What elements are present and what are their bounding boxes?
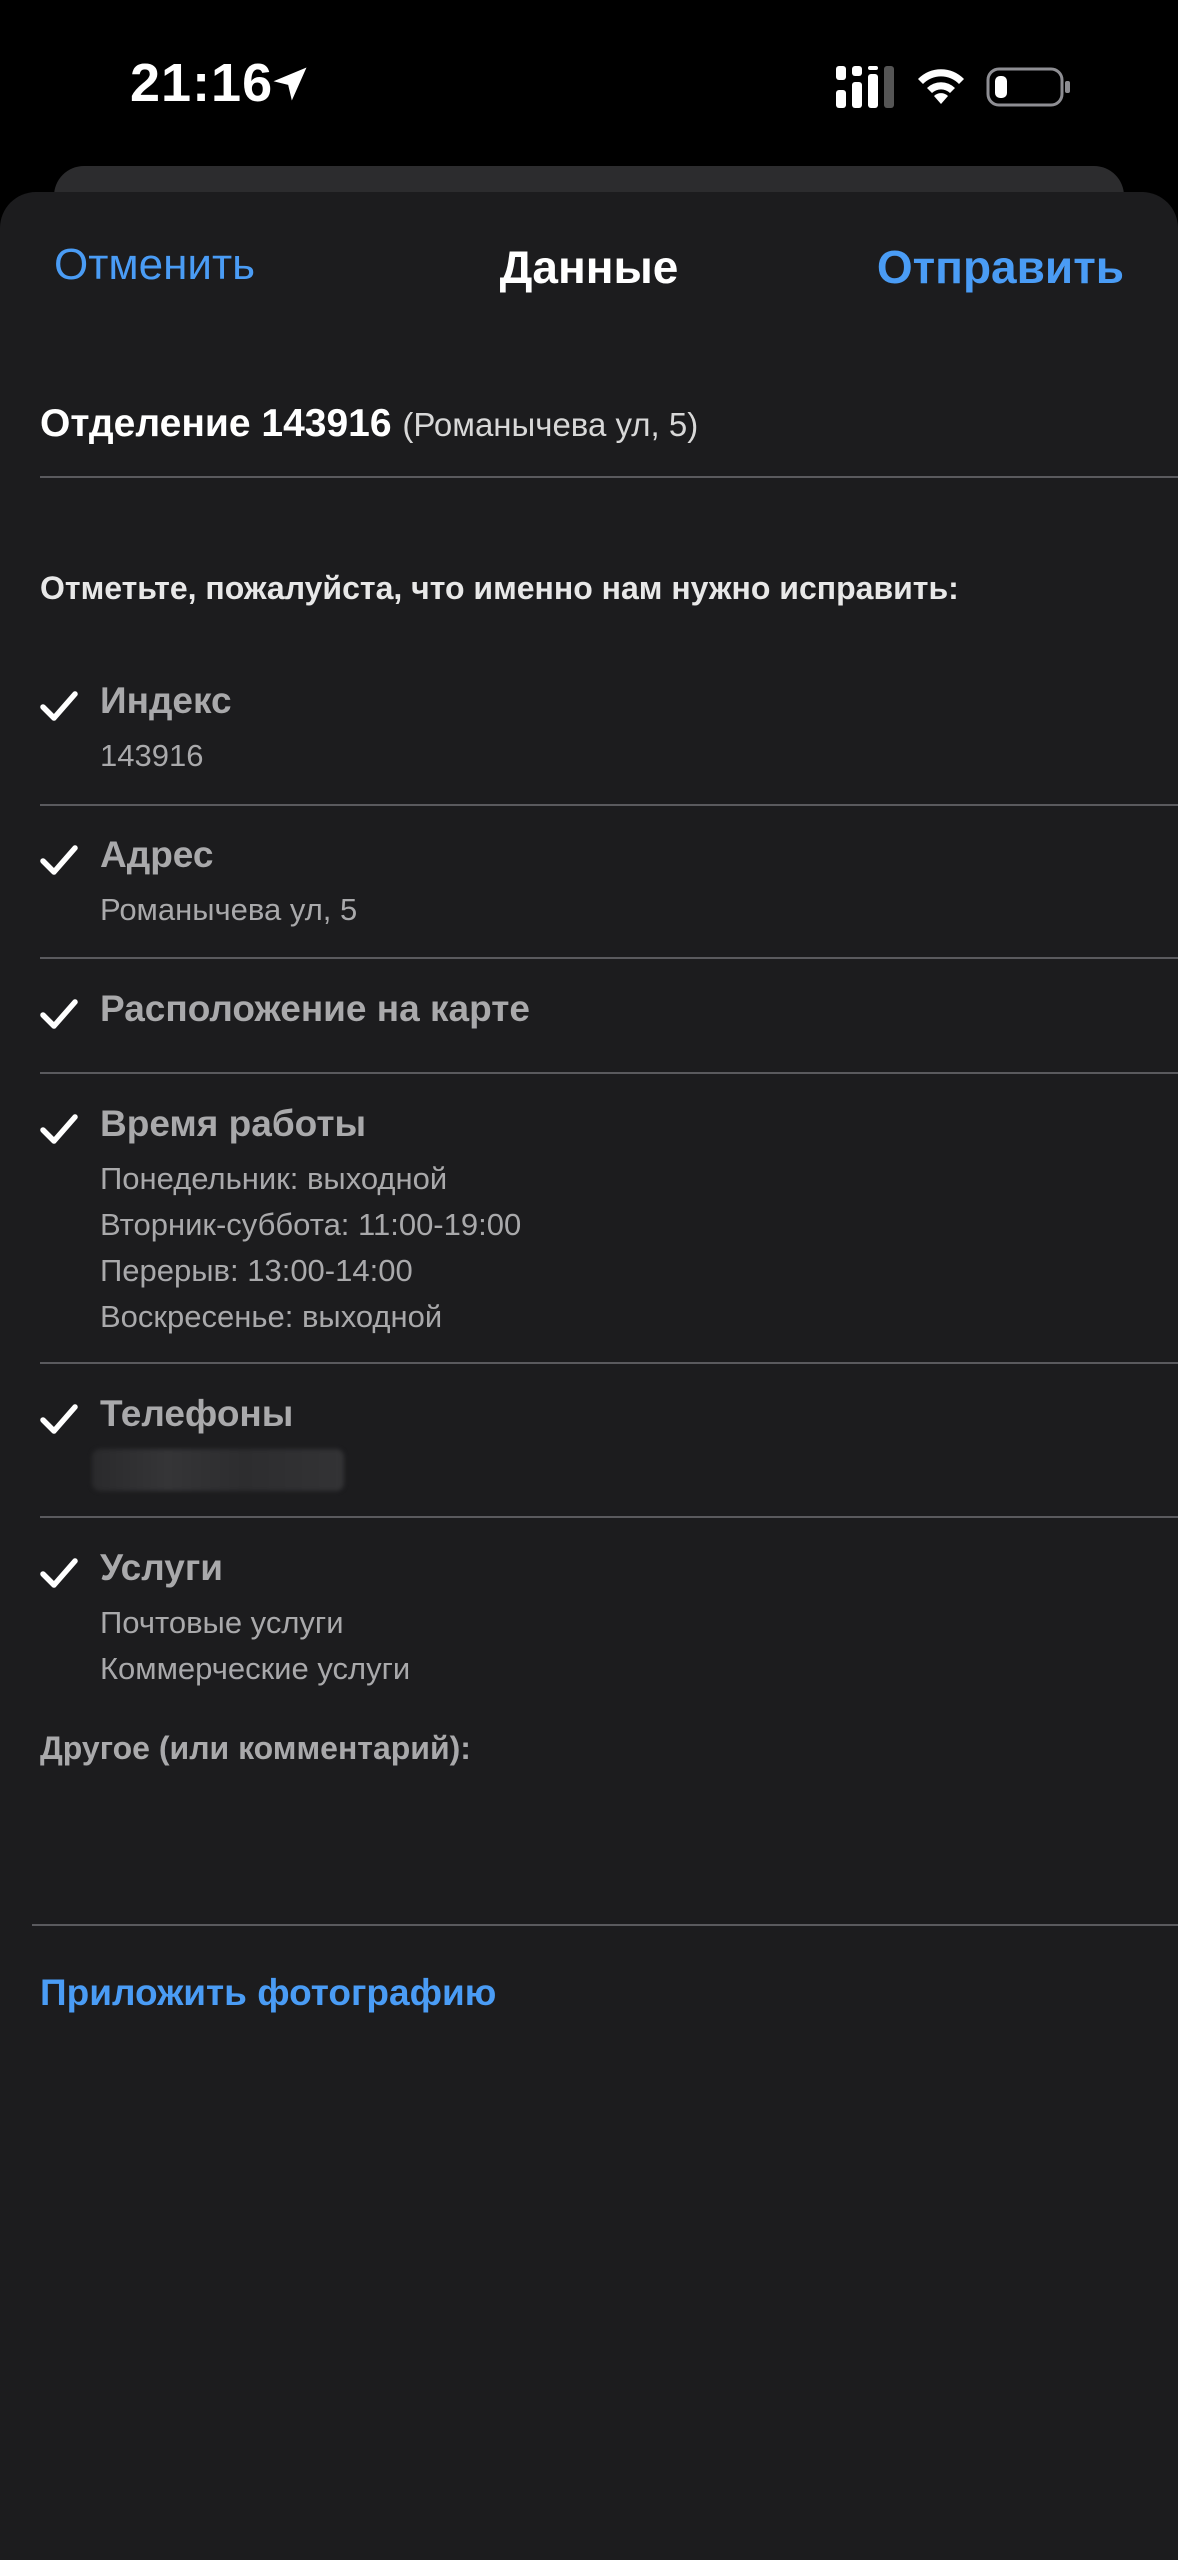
checkmark-icon: [40, 1404, 78, 1434]
divider: [40, 1362, 1178, 1364]
checkmark-icon: [40, 691, 78, 721]
option-detail: Перерыв: 13:00-14:00: [100, 1253, 413, 1288]
option-detail: Почтовые услуги: [100, 1605, 344, 1640]
option-detail: Романычева ул, 5: [100, 892, 358, 927]
option-working-hours[interactable]: Время работы Понедельник: выходной Вторн…: [0, 1103, 1178, 1363]
attach-photo-button[interactable]: Приложить фотографию: [40, 1972, 496, 2014]
option-detail: Понедельник: выходной: [100, 1161, 448, 1196]
office-name: Отделение 143916: [40, 402, 392, 445]
checkmark-icon: [40, 845, 78, 875]
other-comment-label: Другое (или комментарий):: [40, 1730, 471, 1766]
option-phones[interactable]: Телефоны: [0, 1393, 1178, 1517]
send-button[interactable]: Отправить: [877, 240, 1124, 294]
divider: [40, 1072, 1178, 1074]
correction-prompt: Отметьте, пожалуйста, что именно нам нуж…: [40, 570, 959, 606]
report-sheet: [0, 192, 1178, 2560]
divider: [40, 1516, 1178, 1518]
sheet-title: Данные: [499, 241, 679, 293]
option-title: Адрес: [100, 834, 214, 875]
divider: [40, 957, 1178, 959]
office-header: Отделение 143916 (Романычева ул, 5): [40, 402, 698, 446]
checkmark-icon: [40, 1558, 78, 1588]
divider: [40, 804, 1178, 806]
office-address: (Романычева ул, 5): [402, 406, 699, 443]
status-bar: 21:16: [0, 0, 1178, 170]
option-title: Расположение на карте: [100, 988, 530, 1029]
cellular-signal-icon: [836, 66, 894, 108]
status-time: 21:16: [130, 53, 274, 113]
divider: [40, 476, 1178, 478]
location-arrow-icon: [273, 67, 307, 101]
checkmark-icon: [40, 1114, 78, 1144]
option-title: Индекс: [100, 680, 232, 721]
option-detail: Воскресенье: выходной: [100, 1299, 443, 1334]
option-title: Телефоны: [100, 1393, 294, 1434]
option-title: Время работы: [100, 1103, 367, 1144]
option-detail: Коммерческие услуги: [100, 1651, 411, 1686]
option-address[interactable]: Адрес Романычева ул, 5: [0, 834, 1178, 956]
option-detail: 143916: [100, 738, 204, 773]
phone-number-redacted: [92, 1449, 344, 1491]
option-title: Услуги: [100, 1547, 224, 1588]
option-map-location[interactable]: Расположение на карте: [0, 988, 1178, 1072]
comment-input[interactable]: [32, 1780, 1178, 1920]
option-detail: Вторник-суббота: 11:00-19:00: [100, 1207, 522, 1242]
battery-low-icon: [986, 67, 1070, 107]
option-index[interactable]: Индекс 143916: [0, 680, 1178, 804]
option-services[interactable]: Услуги Почтовые услуги Коммерческие услу…: [0, 1547, 1178, 1717]
divider: [32, 1924, 1178, 1926]
wifi-icon: [918, 69, 964, 104]
cancel-button[interactable]: Отменить: [54, 240, 255, 290]
checkmark-icon: [40, 999, 78, 1029]
